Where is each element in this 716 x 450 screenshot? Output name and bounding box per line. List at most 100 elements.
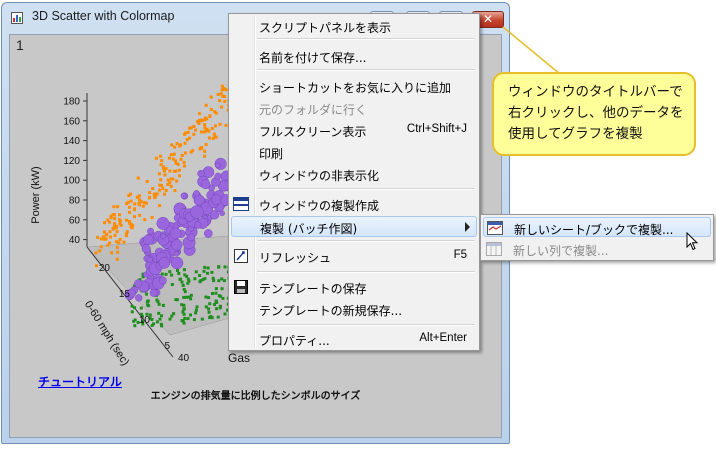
orange-point — [164, 189, 168, 192]
orange-point — [125, 232, 128, 236]
green-point — [193, 277, 197, 281]
orange-point — [127, 194, 131, 198]
orange-point — [145, 180, 149, 183]
orange-point — [148, 196, 151, 200]
purple-point — [210, 194, 222, 205]
orange-point — [128, 210, 131, 214]
green-point — [158, 317, 162, 321]
menu-item-print[interactable]: 印刷 — [231, 142, 477, 163]
orange-point — [192, 132, 196, 136]
y-tick-label: 160 — [63, 116, 80, 127]
orange-point — [213, 135, 217, 139]
green-point — [174, 298, 178, 302]
orange-point — [210, 127, 214, 130]
orange-point — [151, 187, 155, 190]
orange-point — [108, 241, 112, 245]
y-tick-label: 100 — [63, 176, 80, 187]
orange-point — [163, 192, 166, 196]
purple-point — [169, 227, 182, 240]
orange-point — [178, 168, 181, 172]
orange-point — [99, 245, 103, 249]
menu-item-go-to-folder: 元のフォルダに行く — [259, 103, 368, 117]
x-tick-label: 10 — [139, 315, 151, 326]
x-tick-label: 5 — [164, 341, 170, 352]
green-point — [214, 287, 218, 291]
orange-point — [173, 169, 176, 173]
orange-point — [126, 200, 130, 204]
orange-point — [209, 95, 213, 99]
purple-point — [190, 205, 204, 219]
orange-point — [169, 184, 173, 188]
menu-item-duplicate-batch-plot[interactable]: 複製 (バッチ作図) — [231, 216, 477, 237]
green-point — [201, 278, 205, 282]
green-point — [183, 273, 187, 277]
orange-point — [168, 169, 172, 173]
save-template-icon — [234, 280, 248, 294]
submenu-item-new-column: 新しい列で複製... — [483, 239, 711, 259]
green-point — [206, 271, 209, 275]
orange-point — [160, 183, 164, 187]
orange-point — [102, 230, 106, 234]
orange-point — [158, 204, 162, 208]
green-point — [155, 320, 159, 324]
menu-item-save-template[interactable]: テンプレートの保存 — [231, 277, 477, 298]
orange-point — [163, 169, 166, 173]
orange-point — [116, 250, 120, 254]
orange-point — [157, 172, 161, 176]
orange-point — [163, 173, 167, 177]
orange-point — [166, 183, 170, 186]
submenu-item-new-sheet-book[interactable]: 新しいシート/ブックで複製... — [483, 217, 711, 237]
green-point — [139, 306, 143, 310]
orange-point — [199, 130, 203, 134]
orange-point — [118, 238, 122, 241]
menu-item-save-as[interactable]: 名前を付けて保存... — [231, 46, 477, 67]
menu-item-properties[interactable]: プロパティ... Alt+Enter — [231, 329, 477, 350]
y-tick-label: 180 — [63, 97, 80, 108]
orange-point — [141, 204, 145, 208]
menu-item-hide-window[interactable]: ウィンドウの非表示化 — [231, 164, 477, 185]
orange-point — [110, 251, 114, 255]
orange-point — [212, 132, 216, 136]
orange-point — [161, 186, 165, 190]
green-point — [211, 276, 215, 280]
green-point — [182, 295, 186, 299]
purple-point — [142, 234, 154, 246]
menu-item-show-script-panel[interactable]: スクリプトパネルを表示 — [231, 16, 477, 37]
purple-point — [147, 227, 155, 235]
green-point — [219, 304, 222, 308]
orange-point — [118, 218, 121, 222]
green-point — [181, 283, 185, 287]
menu-item-save-template-as[interactable]: テンプレートの新規保存... — [231, 299, 477, 320]
green-point — [194, 308, 198, 312]
menu-item-add-shortcut-favorites[interactable]: ショートカットをお気に入りに追加 — [231, 76, 477, 97]
green-point — [220, 277, 224, 281]
purple-point — [135, 294, 143, 302]
menu-separator — [257, 69, 475, 71]
purple-point — [187, 233, 196, 242]
green-point — [189, 313, 192, 317]
purple-point — [194, 221, 202, 229]
green-point — [155, 298, 159, 302]
orange-point — [133, 202, 137, 206]
orange-point — [194, 128, 197, 132]
close-icon: ✕ — [482, 12, 494, 26]
orange-point — [150, 216, 154, 219]
orange-point — [155, 192, 159, 196]
orange-point — [109, 214, 113, 218]
orange-point — [185, 138, 189, 142]
orange-point — [221, 94, 225, 98]
menu-item-full-screen[interactable]: フルスクリーン表示 Ctrl+Shift+J — [231, 120, 477, 141]
green-point — [198, 274, 202, 277]
menu-item-refresh[interactable]: リフレッシュ F5 — [231, 246, 477, 267]
purple-point — [173, 250, 180, 257]
orange-point — [169, 177, 173, 181]
menu-item-duplicate-window[interactable]: ウィンドウの複製作成 — [231, 194, 477, 215]
orange-point — [113, 222, 117, 226]
green-point — [223, 265, 227, 269]
orange-point — [176, 162, 180, 166]
green-point — [183, 268, 186, 272]
green-point — [207, 310, 211, 314]
y-tick-label: 60 — [69, 215, 81, 226]
orange-point — [204, 103, 208, 107]
menu-separator — [257, 38, 475, 40]
